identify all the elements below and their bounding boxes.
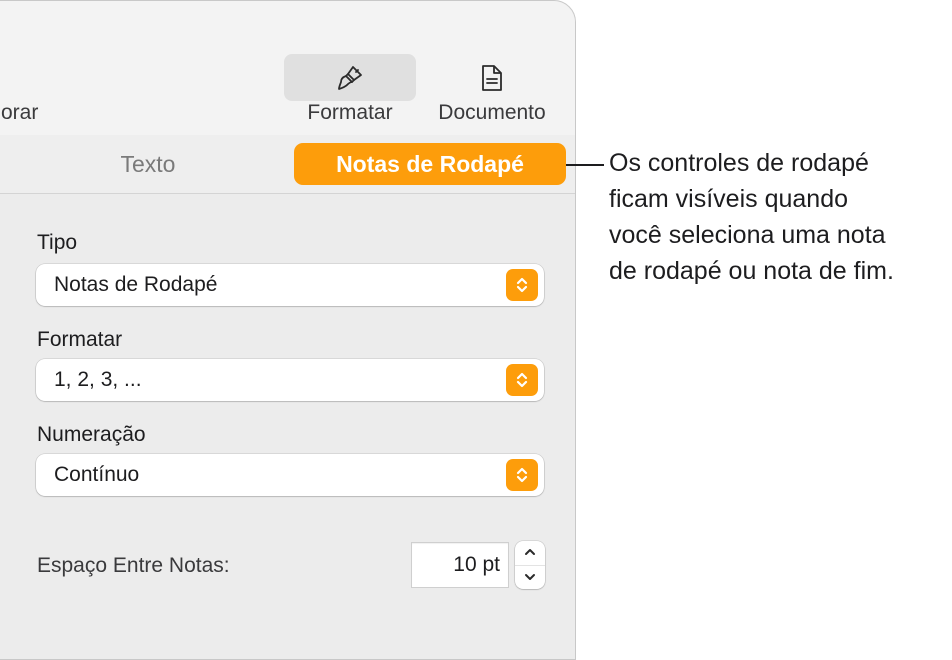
tipo-value: Notas de Rodapé	[54, 273, 218, 296]
format-inspector-window: orar Formatar Documento Texto Notas de R…	[0, 0, 576, 660]
format-button[interactable]	[284, 54, 416, 101]
chevron-up-icon	[523, 544, 537, 562]
formatar-label: Formatar	[37, 328, 123, 351]
toolbar-partial-label[interactable]: orar	[1, 101, 38, 125]
numeracao-popup[interactable]: Contínuo	[36, 454, 544, 496]
updown-arrows-icon	[506, 364, 538, 396]
numeracao-value: Contínuo	[54, 463, 140, 486]
spacing-stepper[interactable]	[515, 541, 545, 589]
updown-arrows-icon	[506, 269, 538, 301]
formatar-popup[interactable]: 1, 2, 3, ...	[36, 359, 544, 401]
document-button[interactable]	[426, 54, 558, 101]
spacing-value: 10 pt	[453, 553, 500, 576]
format-button-label[interactable]: Formatar	[284, 101, 416, 125]
paintbrush-icon	[335, 63, 365, 93]
tab-notas-de-rodape[interactable]: Notas de Rodapé	[294, 143, 566, 185]
document-icon	[479, 63, 505, 93]
callout-leader-line	[566, 164, 604, 166]
spacing-input[interactable]: 10 pt	[411, 542, 509, 588]
tipo-popup[interactable]: Notas de Rodapé	[36, 264, 544, 306]
toolbar: orar Formatar Documento	[0, 1, 575, 136]
stepper-up-button[interactable]	[515, 541, 545, 565]
stepper-down-button[interactable]	[515, 565, 545, 589]
callout-text: Os controles de rodapé ficam visíveis qu…	[609, 149, 894, 285]
tipo-label: Tipo	[37, 231, 78, 254]
numeracao-label: Numeração	[37, 423, 146, 446]
chevron-down-icon	[523, 569, 537, 587]
inspector-tabbar: Texto Notas de Rodapé	[0, 135, 575, 194]
tab-texto[interactable]: Texto	[85, 143, 211, 185]
spacing-label: Espaço Entre Notas:	[37, 554, 230, 577]
updown-arrows-icon	[506, 459, 538, 491]
formatar-value: 1, 2, 3, ...	[54, 368, 142, 391]
document-button-label[interactable]: Documento	[421, 101, 563, 125]
